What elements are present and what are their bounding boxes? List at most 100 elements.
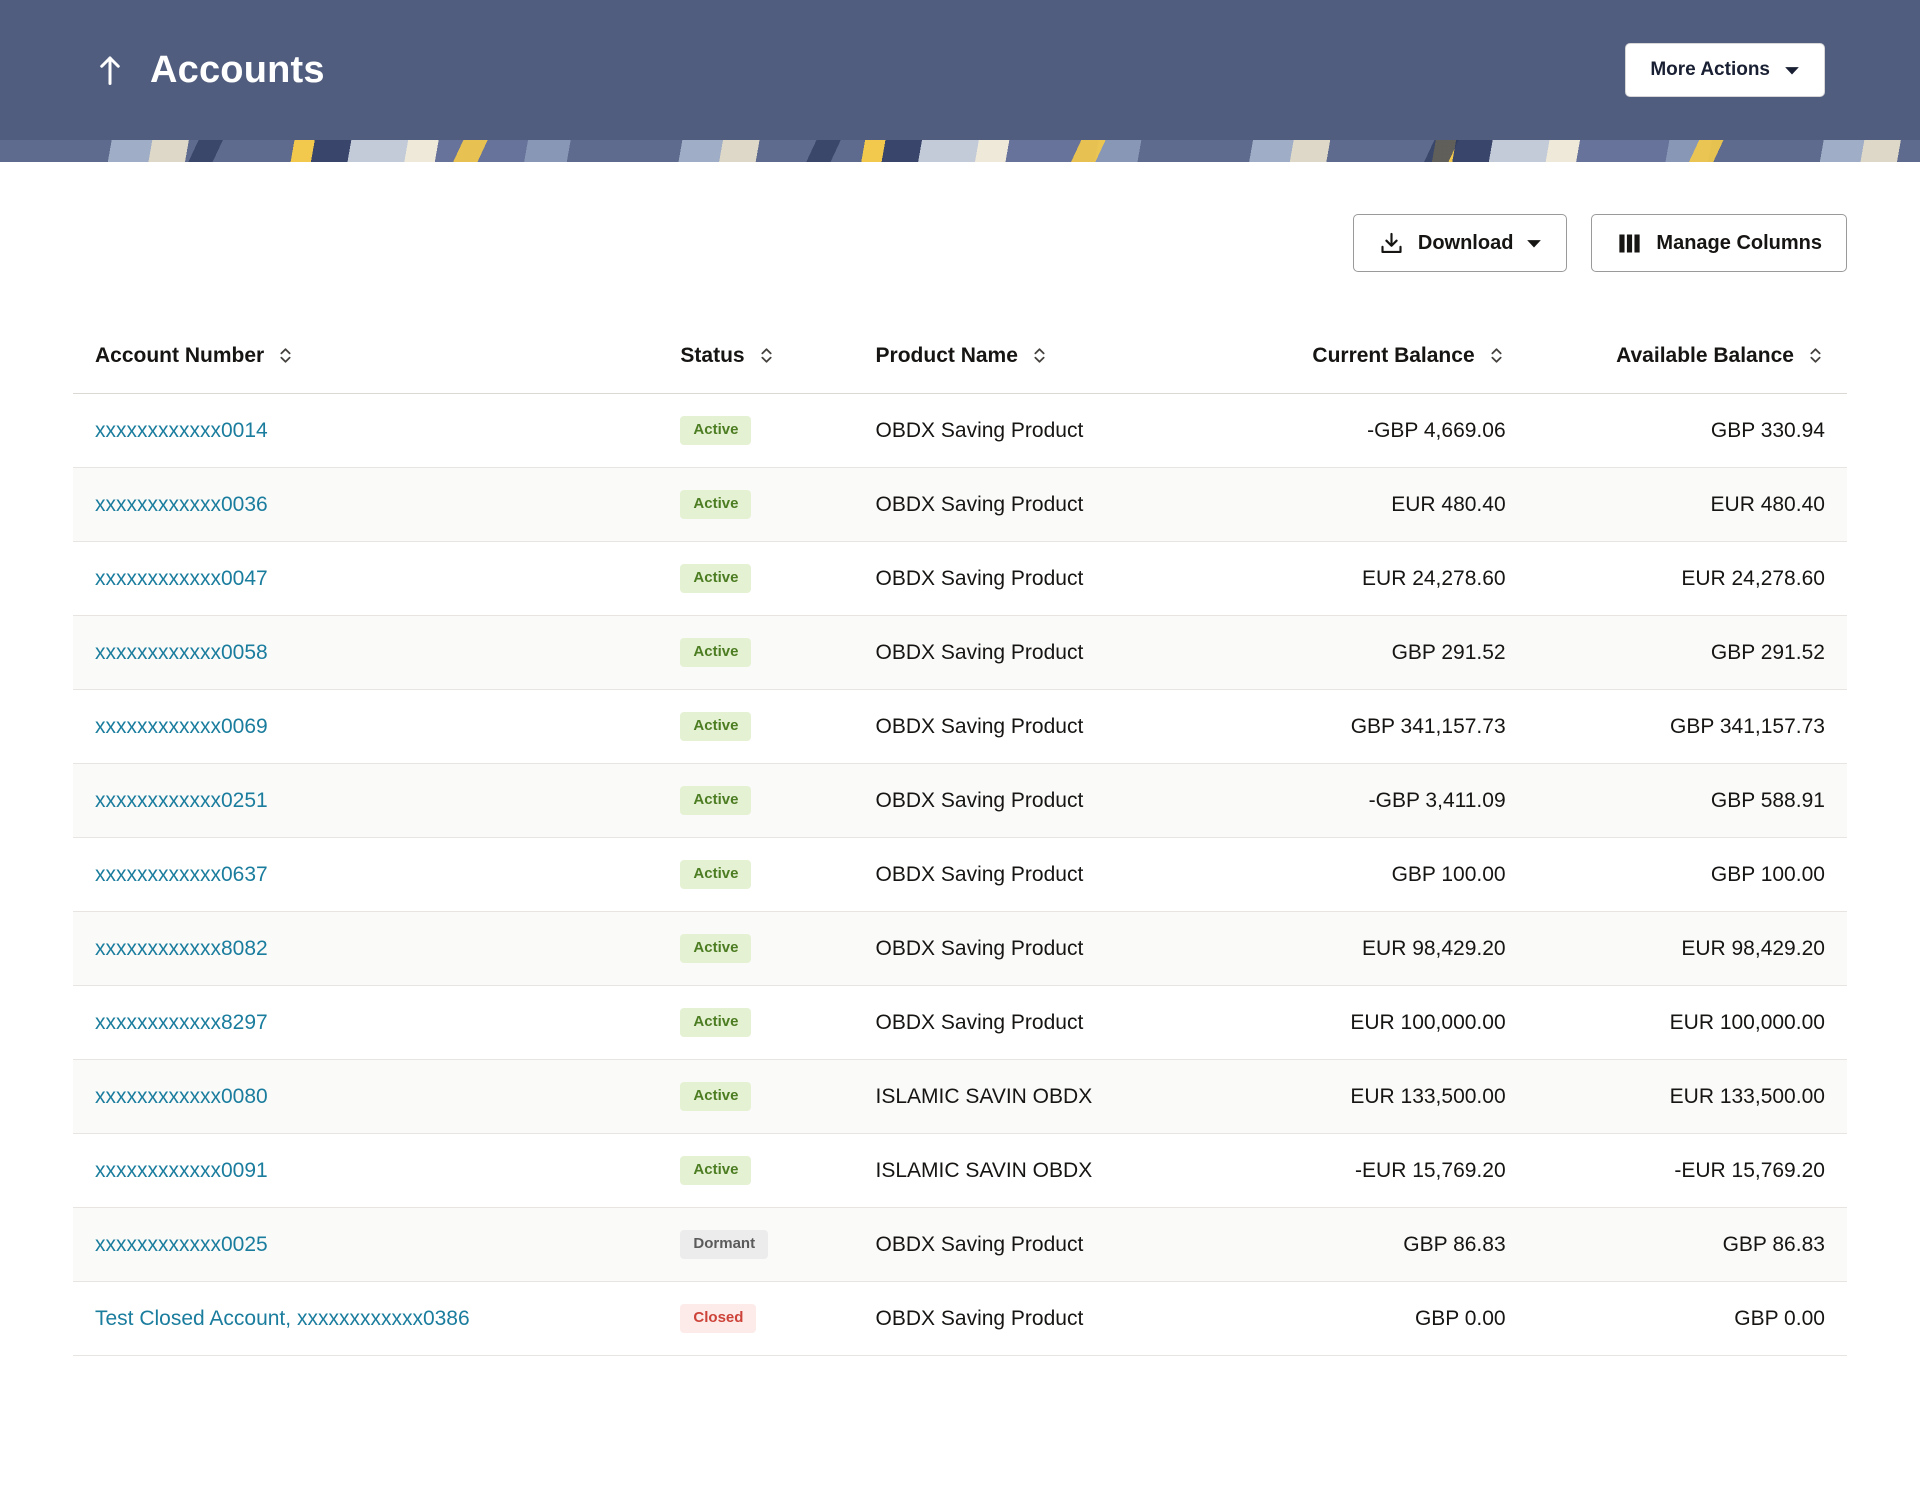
page-title: Accounts bbox=[150, 49, 325, 92]
column-header-available-balance[interactable]: Available Balance bbox=[1528, 344, 1847, 368]
account-number-link[interactable]: xxxxxxxxxxxx0014 bbox=[95, 419, 268, 442]
column-header-account-number[interactable]: Account Number bbox=[73, 344, 658, 368]
status-badge: Active bbox=[680, 1008, 751, 1037]
table-row: xxxxxxxxxxxx0047 Active OBDX Saving Prod… bbox=[73, 542, 1847, 616]
table-row: Test Closed Account, xxxxxxxxxxxx0386 Cl… bbox=[73, 1282, 1847, 1356]
download-button[interactable]: Download bbox=[1353, 214, 1568, 272]
available-balance: GBP 341,157.73 bbox=[1528, 715, 1847, 739]
current-balance: EUR 480.40 bbox=[1244, 493, 1528, 517]
available-balance: -EUR 15,769.20 bbox=[1528, 1159, 1847, 1183]
product-name: OBDX Saving Product bbox=[854, 1307, 1244, 1331]
available-balance: GBP 0.00 bbox=[1528, 1307, 1847, 1331]
content: Download Manage Columns Account Number bbox=[0, 214, 1920, 1356]
status-cell: Active bbox=[658, 638, 853, 667]
status-cell: Active bbox=[658, 416, 853, 445]
sort-icon bbox=[1487, 346, 1506, 365]
available-balance: GBP 86.83 bbox=[1528, 1233, 1847, 1257]
sort-status[interactable]: Status bbox=[680, 344, 775, 368]
up-arrow-icon bbox=[95, 52, 125, 88]
current-balance: GBP 291.52 bbox=[1244, 641, 1528, 665]
account-number-link[interactable]: xxxxxxxxxxxx8297 bbox=[95, 1011, 268, 1034]
account-number-cell: xxxxxxxxxxxx0036 bbox=[73, 493, 658, 517]
decorative-banner bbox=[0, 140, 1920, 162]
available-balance: GBP 588.91 bbox=[1528, 789, 1847, 813]
status-badge: Active bbox=[680, 490, 751, 519]
sort-icon bbox=[276, 346, 295, 365]
more-actions-button[interactable]: More Actions bbox=[1625, 43, 1825, 97]
status-badge: Active bbox=[680, 416, 751, 445]
account-number-link[interactable]: xxxxxxxxxxxx0036 bbox=[95, 493, 268, 516]
current-balance: EUR 133,500.00 bbox=[1244, 1085, 1528, 1109]
column-header-status[interactable]: Status bbox=[658, 344, 853, 368]
back-button[interactable] bbox=[88, 46, 132, 94]
sort-account-number[interactable]: Account Number bbox=[95, 344, 295, 368]
status-cell: Active bbox=[658, 1082, 853, 1111]
sort-available-balance[interactable]: Available Balance bbox=[1616, 344, 1825, 368]
account-number-link[interactable]: xxxxxxxxxxxx0025 bbox=[95, 1233, 268, 1256]
account-number-cell: xxxxxxxxxxxx0014 bbox=[73, 419, 658, 443]
status-badge: Dormant bbox=[680, 1230, 768, 1259]
account-number-link[interactable]: xxxxxxxxxxxx0058 bbox=[95, 641, 268, 664]
account-number-link[interactable]: xxxxxxxxxxxx0069 bbox=[95, 715, 268, 738]
account-number-link[interactable]: xxxxxxxxxxxx0091 bbox=[95, 1159, 268, 1182]
account-number-cell: xxxxxxxxxxxx8297 bbox=[73, 1011, 658, 1035]
current-balance: -EUR 15,769.20 bbox=[1244, 1159, 1528, 1183]
account-number-link[interactable]: xxxxxxxxxxxx0047 bbox=[95, 567, 268, 590]
table-toolbar: Download Manage Columns bbox=[73, 214, 1847, 272]
sort-current-balance[interactable]: Current Balance bbox=[1312, 344, 1505, 368]
account-number-cell: xxxxxxxxxxxx0637 bbox=[73, 863, 658, 887]
status-cell: Active bbox=[658, 1008, 853, 1037]
table-row: xxxxxxxxxxxx0025 Dormant OBDX Saving Pro… bbox=[73, 1208, 1847, 1282]
account-number-link[interactable]: xxxxxxxxxxxx8082 bbox=[95, 937, 268, 960]
current-balance: -GBP 4,669.06 bbox=[1244, 419, 1528, 443]
available-balance: GBP 330.94 bbox=[1528, 419, 1847, 443]
product-name: OBDX Saving Product bbox=[854, 419, 1244, 443]
current-balance: GBP 86.83 bbox=[1244, 1233, 1528, 1257]
status-badge: Active bbox=[680, 638, 751, 667]
product-name: OBDX Saving Product bbox=[854, 937, 1244, 961]
status-cell: Active bbox=[658, 490, 853, 519]
status-cell: Active bbox=[658, 934, 853, 963]
product-name: ISLAMIC SAVIN OBDX bbox=[854, 1159, 1244, 1183]
table-header-row: Account Number Status bbox=[73, 318, 1847, 394]
table-row: xxxxxxxxxxxx0251 Active OBDX Saving Prod… bbox=[73, 764, 1847, 838]
product-name: OBDX Saving Product bbox=[854, 789, 1244, 813]
accounts-page: Accounts More Actions Download bbox=[0, 0, 1920, 1356]
column-header-current-balance[interactable]: Current Balance bbox=[1244, 344, 1528, 368]
status-badge: Closed bbox=[680, 1304, 756, 1333]
sort-product-name[interactable]: Product Name bbox=[876, 344, 1049, 368]
manage-columns-button[interactable]: Manage Columns bbox=[1591, 214, 1847, 272]
status-badge: Active bbox=[680, 712, 751, 741]
status-cell: Active bbox=[658, 860, 853, 889]
account-number-cell: xxxxxxxxxxxx0251 bbox=[73, 789, 658, 813]
download-label: Download bbox=[1418, 232, 1514, 255]
column-header-product-name[interactable]: Product Name bbox=[854, 344, 1244, 368]
table-row: xxxxxxxxxxxx0091 Active ISLAMIC SAVIN OB… bbox=[73, 1134, 1847, 1208]
available-balance: GBP 100.00 bbox=[1528, 863, 1847, 887]
product-name: OBDX Saving Product bbox=[854, 641, 1244, 665]
column-label: Status bbox=[680, 344, 744, 368]
account-number-link[interactable]: Test Closed Account, xxxxxxxxxxxx0386 bbox=[95, 1307, 470, 1330]
current-balance: EUR 24,278.60 bbox=[1244, 567, 1528, 591]
product-name: OBDX Saving Product bbox=[854, 493, 1244, 517]
sort-icon bbox=[1806, 346, 1825, 365]
current-balance: GBP 0.00 bbox=[1244, 1307, 1528, 1331]
table-row: xxxxxxxxxxxx0637 Active OBDX Saving Prod… bbox=[73, 838, 1847, 912]
account-number-link[interactable]: xxxxxxxxxxxx0251 bbox=[95, 789, 268, 812]
column-label: Product Name bbox=[876, 344, 1018, 368]
current-balance: GBP 100.00 bbox=[1244, 863, 1528, 887]
status-cell: Active bbox=[658, 712, 853, 741]
product-name: OBDX Saving Product bbox=[854, 1011, 1244, 1035]
account-number-link[interactable]: xxxxxxxxxxxx0080 bbox=[95, 1085, 268, 1108]
current-balance: GBP 341,157.73 bbox=[1244, 715, 1528, 739]
column-label: Current Balance bbox=[1312, 344, 1474, 368]
account-number-cell: xxxxxxxxxxxx0025 bbox=[73, 1233, 658, 1257]
table-body: xxxxxxxxxxxx0014 Active OBDX Saving Prod… bbox=[73, 394, 1847, 1356]
download-icon bbox=[1378, 230, 1405, 257]
table-row: xxxxxxxxxxxx0036 Active OBDX Saving Prod… bbox=[73, 468, 1847, 542]
product-name: OBDX Saving Product bbox=[854, 863, 1244, 887]
status-badge: Active bbox=[680, 1156, 751, 1185]
app-header: Accounts More Actions bbox=[0, 0, 1920, 140]
account-number-link[interactable]: xxxxxxxxxxxx0637 bbox=[95, 863, 268, 886]
table-row: xxxxxxxxxxxx0058 Active OBDX Saving Prod… bbox=[73, 616, 1847, 690]
